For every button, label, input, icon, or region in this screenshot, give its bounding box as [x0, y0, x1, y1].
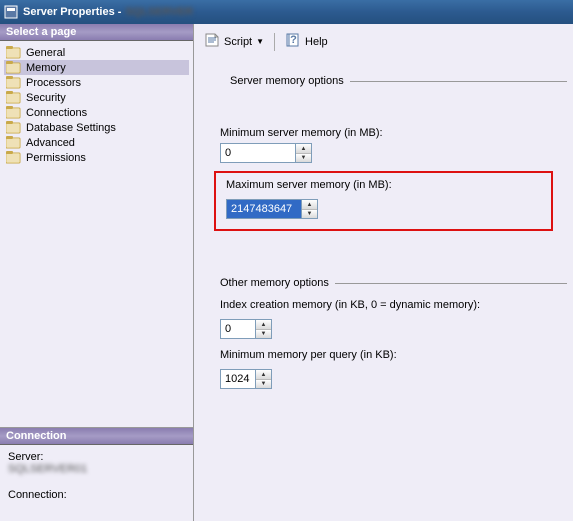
sidebar-item-database-settings[interactable]: Database Settings: [4, 120, 189, 135]
max-memory-spinner[interactable]: ▲▼: [226, 199, 318, 219]
spinner-down-icon[interactable]: ▼: [296, 153, 311, 162]
spinner-up-icon[interactable]: ▲: [256, 370, 271, 379]
sidebar-item-label: Memory: [26, 62, 66, 74]
index-memory-label: Index creation memory (in KB, 0 = dynami…: [220, 299, 567, 311]
sidebar-item-processors[interactable]: Processors: [4, 75, 189, 90]
window-title-server: SQLSERVER: [125, 6, 193, 18]
sidebar-item-label: Security: [26, 92, 66, 104]
sidebar-item-permissions[interactable]: Permissions: [4, 150, 189, 165]
min-query-memory-spinner[interactable]: ▲▼: [220, 369, 272, 389]
spinner-down-icon[interactable]: ▼: [302, 209, 317, 218]
page-icon: [6, 91, 22, 104]
toolbar: Script ▼ ? Help: [200, 28, 567, 61]
title-bar: Server Properties - SQLSERVER: [0, 0, 573, 24]
sidebar-item-label: Connections: [26, 107, 87, 119]
spinner-up-icon[interactable]: ▲: [256, 320, 271, 329]
sidebar-item-memory[interactable]: Memory: [4, 60, 189, 75]
page-list: General Memory Processors Security Conne…: [0, 41, 193, 427]
script-button[interactable]: Script ▼: [200, 30, 268, 53]
min-query-memory-input[interactable]: [221, 370, 255, 388]
app-icon: [4, 5, 18, 19]
toolbar-separator: [274, 33, 275, 51]
help-label: Help: [305, 36, 328, 48]
help-icon: ?: [285, 32, 301, 51]
max-memory-input[interactable]: [227, 200, 301, 218]
page-icon: [6, 151, 22, 164]
sidebar-item-general[interactable]: General: [4, 45, 189, 60]
help-button[interactable]: ? Help: [281, 30, 332, 53]
sidebar-item-label: Advanced: [26, 137, 75, 149]
sidebar-item-label: Database Settings: [26, 122, 116, 134]
page-icon: [6, 136, 22, 149]
script-icon: [204, 32, 220, 51]
page-icon: [6, 61, 22, 74]
spinner-up-icon[interactable]: ▲: [302, 200, 317, 209]
sidebar-item-label: General: [26, 47, 65, 59]
other-memory-options-label: Other memory options: [220, 277, 335, 289]
max-memory-highlight: Maximum server memory (in MB): ▲▼: [214, 171, 553, 231]
window-title: Server Properties -: [23, 6, 121, 18]
min-memory-input[interactable]: [221, 144, 295, 162]
page-icon: [6, 121, 22, 134]
script-label: Script: [224, 36, 252, 48]
min-query-memory-label: Minimum memory per query (in KB):: [220, 349, 567, 361]
max-memory-label: Maximum server memory (in MB):: [226, 179, 541, 191]
connection-server-value: SQLSERVER01: [8, 463, 185, 475]
sidebar-item-label: Permissions: [26, 152, 86, 164]
select-page-header: Select a page: [0, 24, 193, 41]
sidebar-item-advanced[interactable]: Advanced: [4, 135, 189, 150]
spinner-down-icon[interactable]: ▼: [256, 379, 271, 388]
chevron-down-icon: ▼: [256, 37, 264, 46]
spinner-down-icon[interactable]: ▼: [256, 329, 271, 338]
sidebar-item-security[interactable]: Security: [4, 90, 189, 105]
page-icon: [6, 76, 22, 89]
page-icon: [6, 46, 22, 59]
sidebar-item-label: Processors: [26, 77, 81, 89]
group-line: [335, 283, 567, 284]
connection-server-label: Server:: [8, 451, 185, 463]
group-line: [350, 81, 567, 82]
index-memory-spinner[interactable]: ▲▼: [220, 319, 272, 339]
index-memory-input[interactable]: [221, 320, 255, 338]
sidebar-item-connections[interactable]: Connections: [4, 105, 189, 120]
min-memory-spinner[interactable]: ▲▼: [220, 143, 312, 163]
page-icon: [6, 106, 22, 119]
connection-connection-label: Connection:: [8, 489, 185, 501]
server-memory-options-label: Server memory options: [230, 75, 350, 87]
spinner-up-icon[interactable]: ▲: [296, 144, 311, 153]
svg-text:?: ?: [290, 34, 297, 46]
min-memory-label: Minimum server memory (in MB):: [220, 127, 567, 139]
connection-header: Connection: [0, 428, 193, 445]
